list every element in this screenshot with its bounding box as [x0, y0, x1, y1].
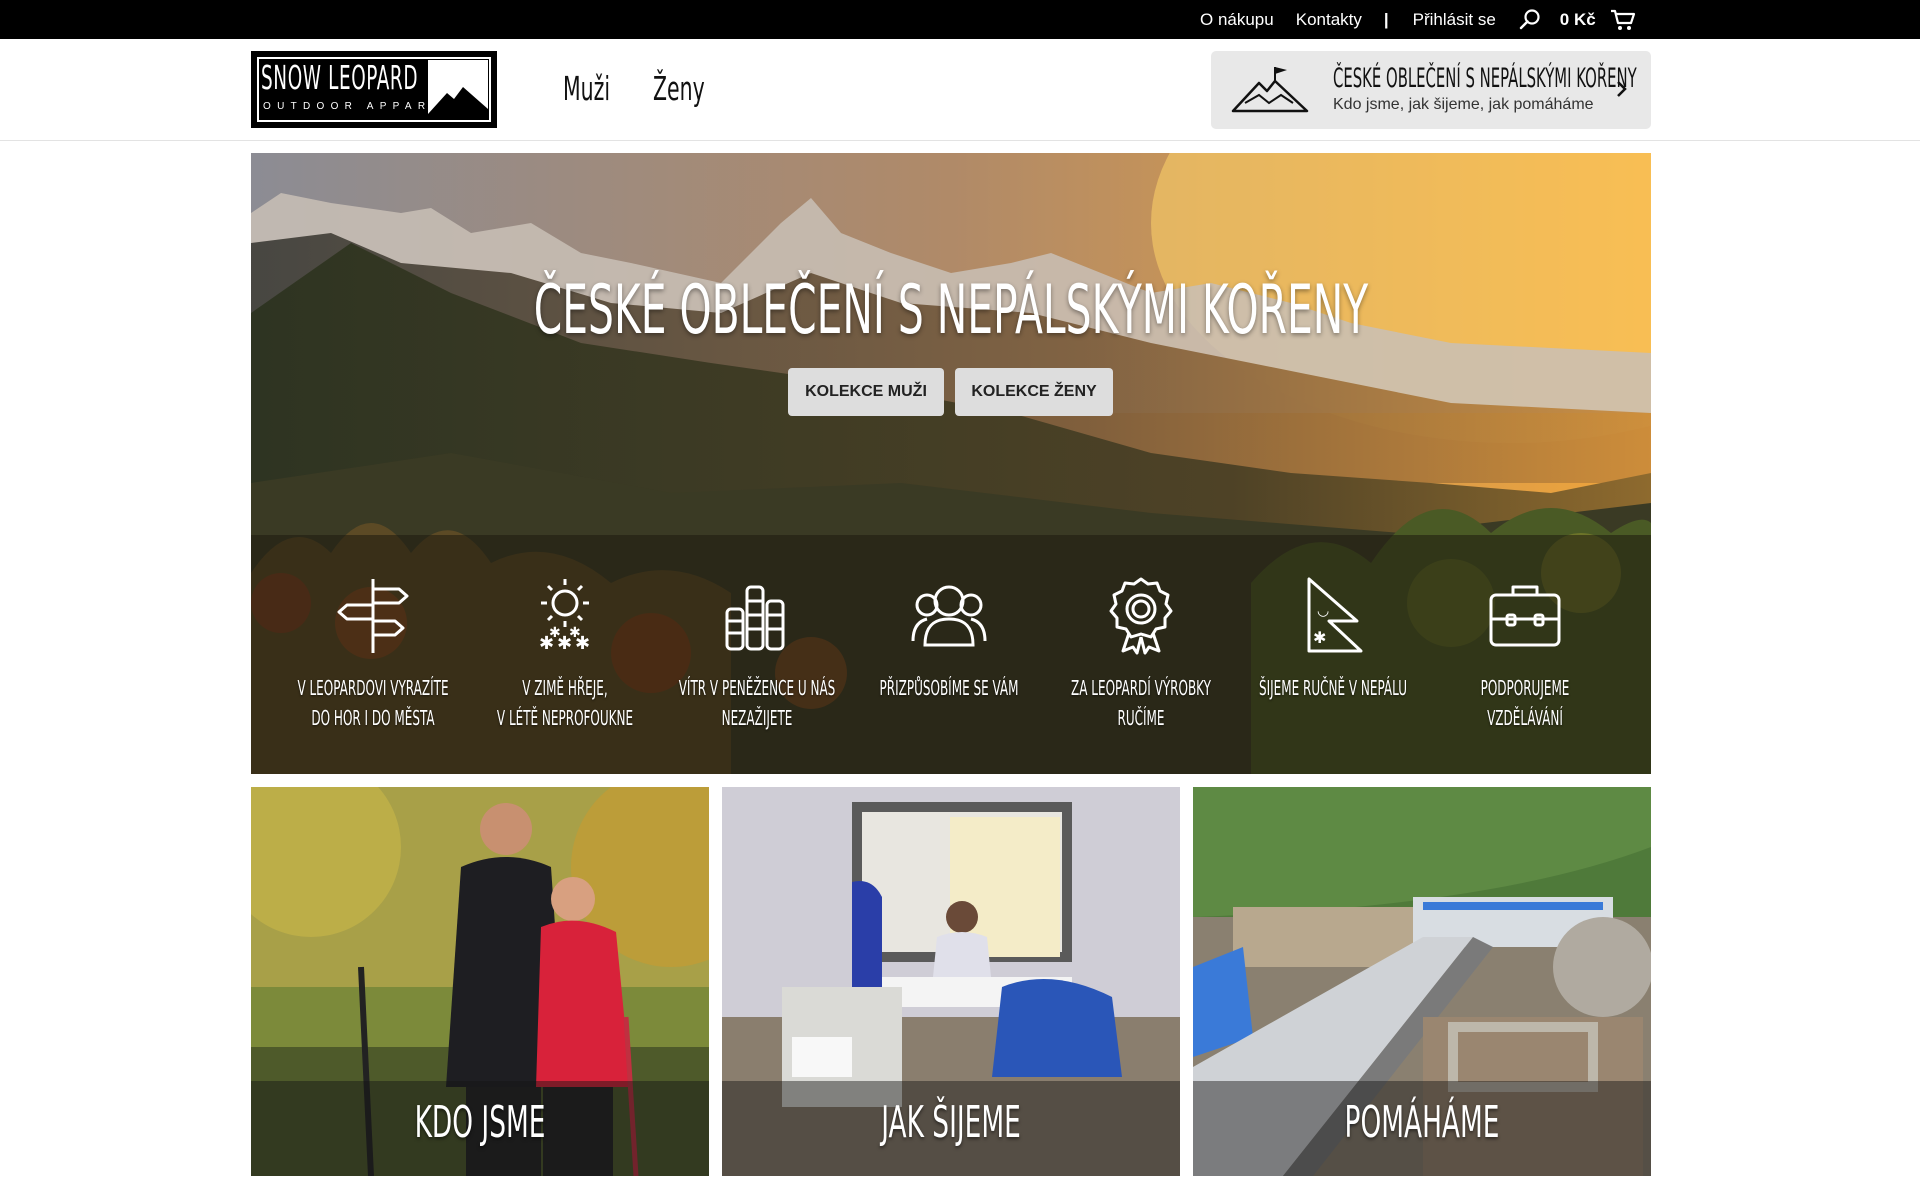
svg-text:✱: ✱ — [1313, 628, 1326, 647]
tile-we-help[interactable]: POMÁHÁME — [1193, 787, 1651, 1176]
chevron-right-icon — [1617, 81, 1627, 97]
logo-title: SNOW LEOPARD — [261, 58, 419, 97]
rosette-icon — [1109, 577, 1173, 655]
briefcase-icon — [1489, 585, 1561, 647]
feature-label-line1: ŠIJEME RUČNĚ V NEPÁLU — [1258, 676, 1408, 700]
features-band: V LEOPARDOVI VYRAZÍTE DO HOR I DO MĚSTA … — [251, 535, 1651, 774]
feature-label-line2: DO HOR I DO MĚSTA — [311, 706, 435, 730]
feature-label-line2: NEZAŽIJETE — [721, 706, 793, 730]
logo[interactable]: SNOW LEOPARD OUTDOOR APPAREL — [251, 51, 497, 128]
svg-text:✱: ✱ — [569, 625, 581, 641]
feature-item: ◡ ✱ ŠIJEME RUČNĚ V NEPÁLU — [1243, 575, 1423, 703]
feature-label-line1: PŘIZPŮSOBÍME SE VÁM — [879, 676, 1019, 700]
coins-icon — [725, 585, 785, 651]
svg-text:✱: ✱ — [549, 625, 561, 641]
cart-icon[interactable] — [1610, 8, 1636, 32]
feature-item: PŘIZPŮSOBÍME SE VÁM — [859, 575, 1039, 703]
top-bar: O nákupu Kontakty | Přihlásit se 0 Kč — [0, 0, 1920, 39]
feature-label-line2: V LÉTĚ NEPROFOUKNE — [496, 706, 634, 730]
mountain-flag-icon — [1231, 67, 1309, 113]
men-collection-button[interactable]: KOLEKCE MUŽI — [788, 368, 944, 416]
top-bar-links: O nákupu Kontakty | Přihlásit se 0 Kč — [1200, 0, 1652, 39]
people-icon — [911, 585, 987, 647]
feature-label-line1: VÍTR V PENĚŽENCE U NÁS — [678, 676, 836, 700]
search-icon[interactable] — [1518, 8, 1542, 32]
promo-subtitle: Kdo jsme, jak šijeme, jak pomáháme — [1333, 96, 1594, 113]
header: SNOW LEOPARD OUTDOOR APPAREL Muži Ženy Č… — [0, 39, 1920, 141]
feature-item: V LEOPARDOVI VYRAZÍTE DO HOR I DO MĚSTA — [283, 575, 463, 733]
hero-buttons: KOLEKCE MUŽI KOLEKCE ŽENY — [788, 368, 1113, 416]
women-collection-button[interactable]: KOLEKCE ŽENY — [955, 368, 1113, 416]
feature-item: PODPORUJEME VZDĚLÁVÁNÍ — [1435, 575, 1615, 733]
logo-mountain-icon — [428, 60, 488, 114]
top-bar-separator: | — [1383, 9, 1389, 29]
tile-label: POMÁHÁME — [1344, 1097, 1500, 1148]
tile-label: KDO JSME — [414, 1097, 546, 1148]
tile-how-we-sew[interactable]: JAK ŠIJEME — [722, 787, 1180, 1176]
cart-total[interactable]: 0 Kč — [1560, 10, 1596, 30]
signpost-icon — [337, 579, 409, 653]
promo-title: ČESKÉ OBLEČENÍ S NEPÁLSKÝMI KOŘENY — [1333, 63, 1637, 94]
sun-snow-icon: ✱ ✱ ✱✱ ✱ — [539, 579, 590, 654]
feature-item: VÍTR V PENĚŽENCE U NÁS NEZAŽIJETE — [667, 575, 847, 733]
nepal-flag-icon: ◡ ✱ — [1307, 577, 1363, 653]
contacts-link[interactable]: Kontakty — [1296, 10, 1362, 30]
about-shopping-link[interactable]: O nákupu — [1200, 10, 1274, 30]
feature-label-line2: VZDĚLÁVÁNÍ — [1487, 706, 1563, 730]
login-link[interactable]: Přihlásit se — [1413, 10, 1496, 30]
feature-label-line2: RUČÍME — [1117, 706, 1165, 730]
tile-who-we-are[interactable]: KDO JSME — [251, 787, 709, 1176]
tile-label: JAK ŠIJEME — [881, 1097, 1021, 1148]
hero-banner: ČESKÉ OBLEČENÍ S NEPÁLSKÝMI KOŘENY KOLEK… — [251, 153, 1651, 774]
svg-text:◡: ◡ — [1317, 603, 1329, 619]
feature-label-line1: V LEOPARDOVI VYRAZÍTE — [297, 676, 449, 700]
about-promo-banner[interactable]: ČESKÉ OBLEČENÍ S NEPÁLSKÝMI KOŘENY Kdo j… — [1211, 51, 1651, 129]
feature-label-line1: PODPORUJEME — [1480, 676, 1570, 700]
hero-title: ČESKÉ OBLEČENÍ S NEPÁLSKÝMI KOŘENY — [533, 271, 1369, 350]
main-nav: Muži Ženy — [563, 69, 736, 108]
feature-label-line1: V ZIMĚ HŘEJE, — [522, 676, 608, 700]
nav-men[interactable]: Muži — [563, 69, 619, 108]
feature-item: ✱ ✱ ✱ ✱ ✱ V ZIMĚ HŘEJE, V LÉTĚ NEPROFOUKNE — [475, 575, 655, 733]
feature-item: ZA LEOPARDÍ VÝROBKY RUČÍME — [1051, 575, 1231, 733]
feature-label-line1: ZA LEOPARDÍ VÝROBKY — [1071, 676, 1211, 700]
nav-women[interactable]: Ženy — [653, 69, 705, 108]
